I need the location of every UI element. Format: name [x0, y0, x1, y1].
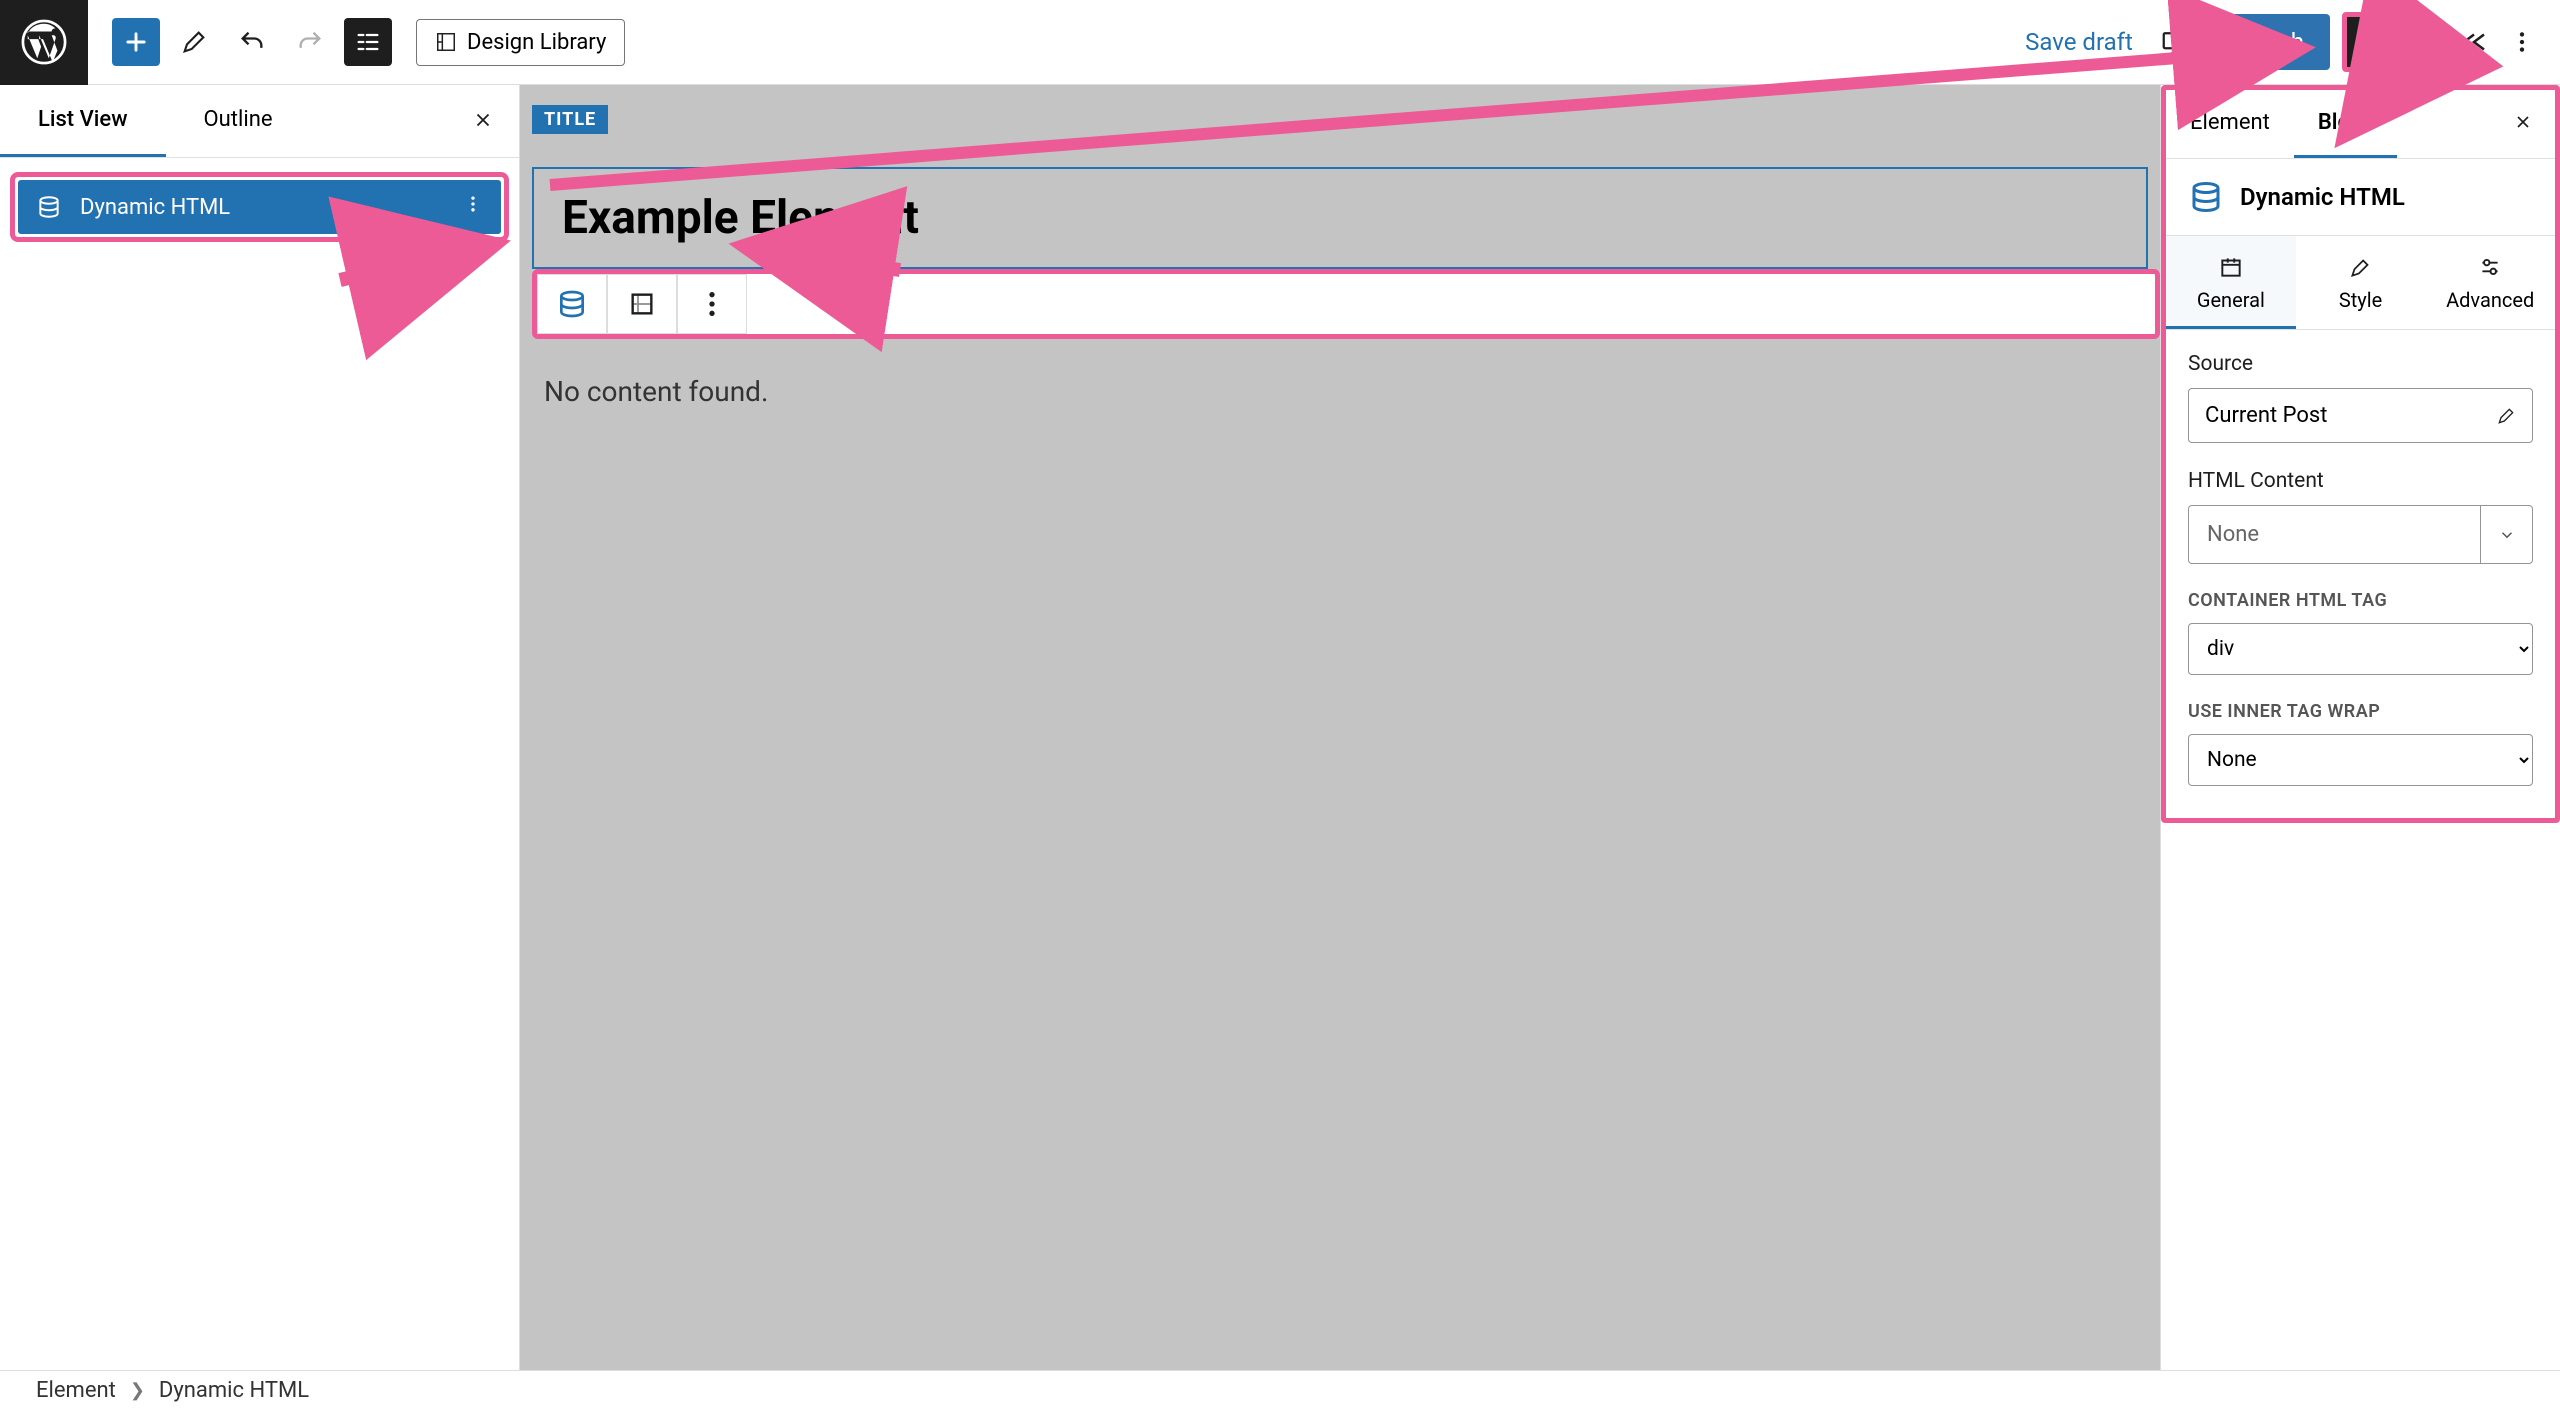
undo-icon: [238, 28, 266, 56]
top-toolbar: Design Library Save draft Publish: [0, 0, 2560, 85]
settings-sidebar-toggle[interactable]: [2347, 17, 2397, 67]
pencil-icon: [180, 28, 208, 56]
container-tag-select[interactable]: div: [2188, 623, 2533, 675]
container-tag-label: Container HTML Tag: [2188, 590, 2533, 611]
edit-mode-button[interactable]: [170, 18, 218, 66]
more-options-button[interactable]: [2498, 18, 2546, 66]
tab-element[interactable]: Element: [2166, 90, 2294, 158]
library-icon: [435, 31, 457, 53]
subtab-style-label: Style: [2339, 288, 2382, 312]
settings-highlight: [2342, 12, 2402, 72]
brush-icon: [2348, 254, 2374, 280]
list-item-dynamic-html[interactable]: Dynamic HTML: [18, 180, 501, 234]
wordpress-logo[interactable]: [0, 0, 88, 85]
editor-canvas: TITLE Example Element No content fo: [520, 85, 2160, 1370]
design-library-button[interactable]: Design Library: [416, 19, 625, 66]
kebab-icon: [2509, 29, 2535, 55]
block-item-highlight: Dynamic HTML: [10, 172, 509, 242]
sliders-icon: [2477, 254, 2503, 280]
chevron-right-icon: ❯: [130, 1380, 145, 1401]
publish-button[interactable]: Publish: [2199, 14, 2330, 70]
kebab-icon: [696, 288, 728, 320]
collapse-icon: [2459, 27, 2489, 57]
redo-button[interactable]: [286, 18, 334, 66]
block-move-button[interactable]: [607, 274, 677, 334]
settings-panel-highlight: Element Block Dynamic HTML General: [2161, 85, 2560, 823]
title-badge: TITLE: [532, 105, 608, 134]
breadcrumb: Element ❯ Dynamic HTML: [0, 1370, 2560, 1410]
subtab-advanced-label: Advanced: [2446, 288, 2534, 312]
general-icon: [2218, 254, 2244, 280]
save-draft-button[interactable]: Save draft: [2007, 18, 2151, 66]
close-icon: [472, 109, 494, 131]
crumb-element[interactable]: Element: [36, 1378, 116, 1403]
close-settings[interactable]: [2501, 102, 2545, 146]
chevron-down-icon: [2498, 526, 2516, 544]
block-toolbar-highlight: [532, 269, 2160, 339]
html-content-label: HTML Content: [2188, 469, 2533, 493]
styles-icon: [2411, 27, 2441, 57]
no-content-text: No content found.: [544, 375, 2160, 408]
wordpress-icon: [21, 19, 67, 65]
kebab-icon: [463, 194, 483, 214]
styles-button[interactable]: [2402, 18, 2450, 66]
settings-panel: Element Block Dynamic HTML General: [2160, 85, 2560, 1370]
list-view-panel: List View Outline Dynamic HTML: [0, 85, 520, 1370]
html-content-select[interactable]: None: [2188, 505, 2533, 564]
drag-icon: [626, 288, 658, 320]
undo-button[interactable]: [228, 18, 276, 66]
tab-list-view[interactable]: List View: [0, 85, 166, 157]
plus-icon: [122, 28, 150, 56]
source-field[interactable]: Current Post: [2188, 388, 2533, 443]
block-name: Dynamic HTML: [2240, 183, 2405, 211]
list-view-toggle[interactable]: [344, 18, 392, 66]
block-toolbar: [537, 274, 747, 334]
tab-block[interactable]: Block: [2294, 90, 2397, 158]
kadence-button[interactable]: [2450, 18, 2498, 66]
source-value: Current Post: [2205, 403, 2327, 428]
subtab-general[interactable]: General: [2166, 236, 2296, 329]
inner-wrap-label: Use Inner Tag Wrap: [2188, 701, 2533, 722]
block-type-button[interactable]: [537, 274, 607, 334]
block-header: Dynamic HTML: [2166, 159, 2555, 236]
close-list-view[interactable]: [459, 97, 507, 145]
html-content-value: None: [2189, 506, 2480, 563]
design-library-label: Design Library: [467, 30, 606, 55]
list-icon: [354, 28, 382, 56]
database-icon: [556, 288, 588, 320]
crumb-dynamic-html[interactable]: Dynamic HTML: [159, 1378, 309, 1403]
subtab-general-label: General: [2197, 288, 2265, 312]
database-icon: [2188, 179, 2224, 215]
subtab-style[interactable]: Style: [2296, 236, 2426, 329]
subtab-advanced[interactable]: Advanced: [2425, 236, 2555, 329]
source-label: Source: [2188, 352, 2533, 376]
add-block-button[interactable]: [112, 18, 160, 66]
preview-button[interactable]: [2151, 18, 2199, 66]
inner-wrap-select[interactable]: None: [2188, 734, 2533, 786]
selected-block[interactable]: Example Element: [532, 167, 2148, 269]
tab-outline[interactable]: Outline: [166, 85, 311, 157]
redo-icon: [296, 28, 324, 56]
close-icon: [2513, 112, 2533, 132]
desktop-icon: [2160, 27, 2190, 57]
block-options-button[interactable]: [677, 274, 747, 334]
pencil-icon: [2496, 406, 2516, 426]
block-title-text: Example Element: [562, 191, 2118, 245]
list-item-label: Dynamic HTML: [80, 195, 445, 220]
database-icon: [36, 194, 62, 220]
list-item-more[interactable]: [463, 194, 483, 220]
html-content-dropdown[interactable]: [2480, 506, 2532, 563]
sidebar-icon: [2358, 28, 2386, 56]
